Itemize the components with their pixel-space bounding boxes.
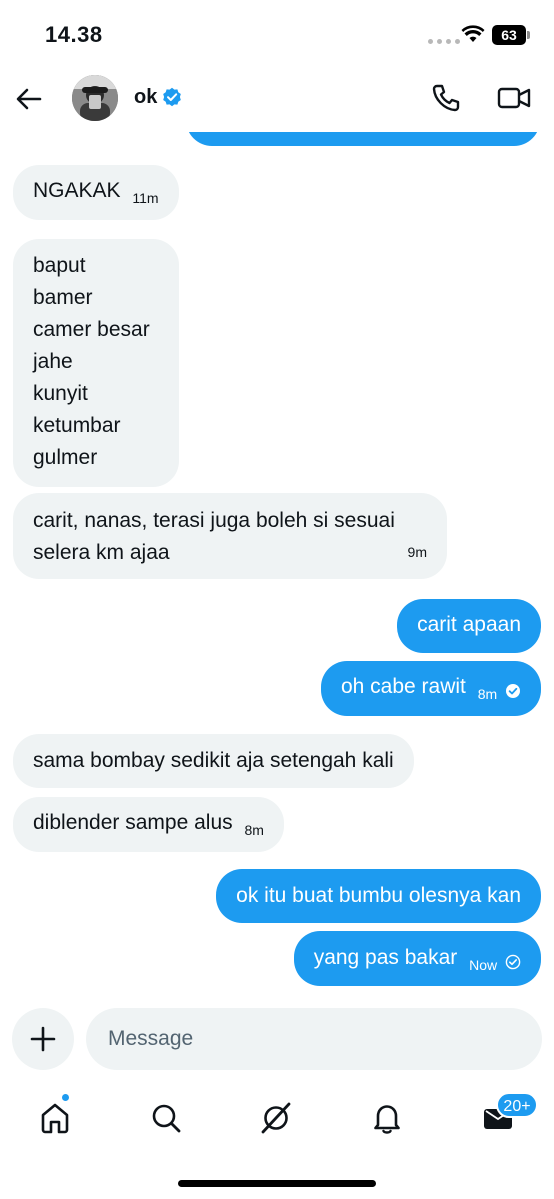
message-text: yang pas bakar <box>313 946 458 969</box>
message-text: carit apaan <box>417 613 521 636</box>
plus-icon <box>30 1026 56 1052</box>
message-text: oh cabe rawit <box>340 675 466 698</box>
message-timestamp: Now <box>469 957 498 973</box>
message-timestamp: 9m <box>407 544 427 560</box>
search-icon <box>152 1104 181 1133</box>
read-receipt-icon <box>506 684 520 699</box>
avatar[interactable] <box>72 75 118 121</box>
nav-notifications[interactable] <box>367 1098 407 1138</box>
message-bubble[interactable]: baput bamer camer besar jahe kunyit ketu… <box>13 239 179 487</box>
message-bubble[interactable]: yang pas bakar Now <box>293 931 541 986</box>
message-text: ok itu buat bumbu olesnya kan <box>236 884 521 907</box>
message-text: baput bamer camer besar jahe kunyit ketu… <box>33 254 150 469</box>
message-input[interactable] <box>86 1008 542 1070</box>
message-timestamp: 8m <box>244 822 264 838</box>
home-indicator <box>178 1180 376 1187</box>
message-bubble[interactable]: carit, nanas, terasi juga boleh si sesua… <box>13 493 447 579</box>
nav-grok[interactable] <box>256 1098 296 1138</box>
nav-home[interactable] <box>35 1098 75 1138</box>
grok-icon <box>261 1102 291 1134</box>
verified-badge-icon <box>163 87 181 107</box>
nav-explore[interactable] <box>146 1098 186 1138</box>
sent-receipt-icon <box>505 955 521 970</box>
add-attachment-button[interactable] <box>12 1008 74 1070</box>
message-text: diblender sampe alus <box>33 811 233 834</box>
contact-name[interactable]: ok <box>134 86 157 109</box>
home-icon <box>41 1103 69 1134</box>
video-camera-icon[interactable] <box>496 82 532 114</box>
bell-icon <box>374 1105 400 1134</box>
message-text: NGAKAK <box>33 179 121 202</box>
conversation-header: ok <box>0 64 554 132</box>
home-notification-dot <box>61 1093 70 1102</box>
message-bubble[interactable]: ok itu buat bumbu olesnya kan <box>216 869 541 923</box>
message-timestamp: 11m <box>132 190 159 206</box>
phone-icon[interactable] <box>430 82 462 114</box>
message-bubble[interactable]: carit apaan <box>397 599 541 653</box>
message-bubble[interactable]: oh cabe rawit 8m <box>320 661 541 716</box>
message-bubble[interactable]: diblender sampe alus 8m <box>13 797 284 852</box>
message-timestamp: 8m <box>477 686 498 702</box>
messages-badge: 20+ <box>496 1092 538 1118</box>
message-text: sama bombay sedikit aja setengah kali <box>33 749 394 772</box>
bottom-navigation <box>0 1088 554 1148</box>
message-text: carit, nanas, terasi juga boleh si sesua… <box>33 509 395 564</box>
message-bubble[interactable]: sama bombay sedikit aja setengah kali <box>13 734 414 788</box>
back-arrow-icon[interactable] <box>14 84 44 114</box>
message-bubble[interactable]: NGAKAK 11m <box>13 165 179 220</box>
